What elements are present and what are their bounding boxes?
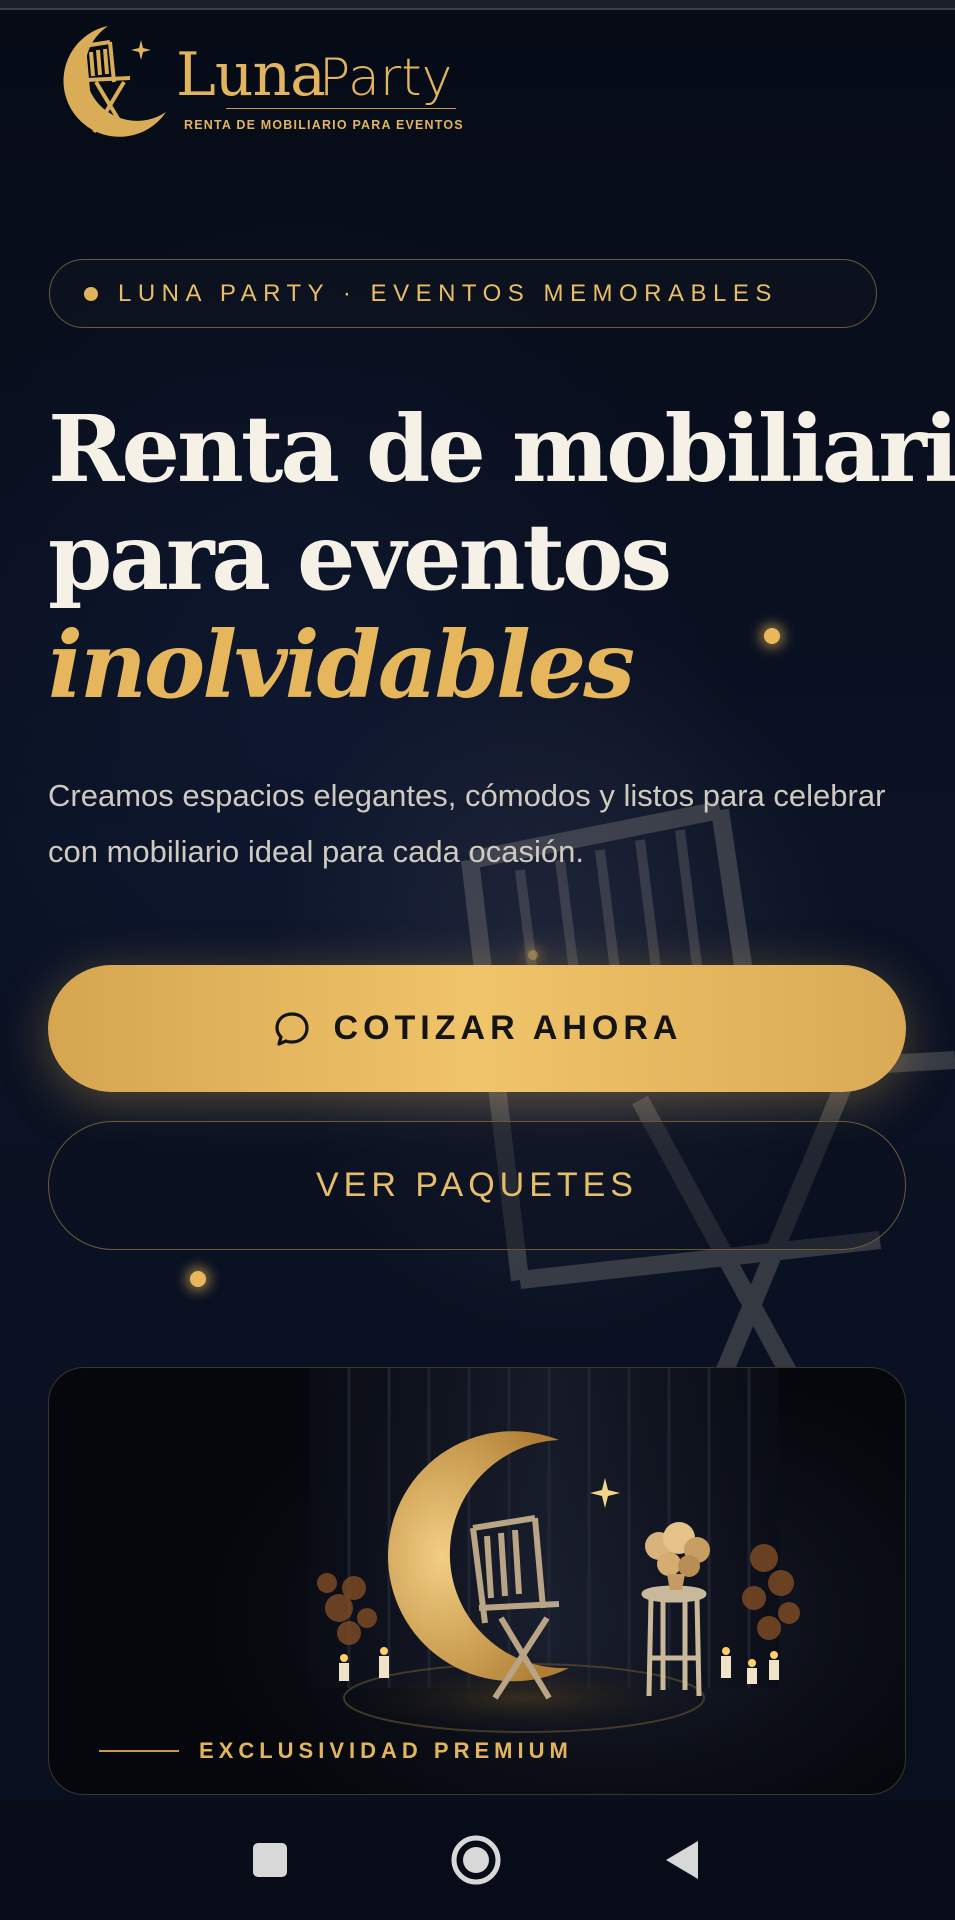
- home-button[interactable]: [446, 1830, 506, 1890]
- card-caption-text: EXCLUSIVIDAD PREMIUM: [199, 1738, 573, 1763]
- view-packages-button[interactable]: VER PAQUETES: [48, 1121, 906, 1250]
- brand-name-luna: Luna: [176, 40, 326, 110]
- view-packages-label: VER PAQUETES: [316, 1166, 638, 1204]
- back-button[interactable]: [652, 1830, 712, 1890]
- sparkle-dot: [190, 1271, 206, 1287]
- card-caption: EXCLUSIVIDAD PREMIUM: [99, 1738, 573, 1764]
- sparkle-dot: [528, 950, 538, 960]
- status-bar: [0, 0, 955, 10]
- quote-now-button[interactable]: COTIZAR AHORA: [48, 965, 906, 1092]
- premium-showcase-card[interactable]: EXCLUSIVIDAD PREMIUM: [48, 1367, 906, 1795]
- hero-headline: Renta de mobiliario para eventos inolvid…: [48, 395, 955, 719]
- headline-line-2: para eventos: [48, 503, 672, 611]
- system-navigation-bar: [0, 1800, 955, 1920]
- recents-button[interactable]: [240, 1830, 300, 1890]
- headline-accent: inolvidables: [48, 611, 635, 719]
- recents-icon: [253, 1843, 287, 1877]
- brand-tagline: RENTA DE MOBILIARIO PARA EVENTOS: [184, 118, 464, 132]
- hero-description: Creamos espacios elegantes, cómodos y li…: [48, 778, 886, 869]
- bullet-dot-icon: [84, 286, 98, 301]
- logo-divider: [226, 108, 456, 109]
- headline-line-1: Renta de mobiliario: [48, 395, 955, 503]
- moon-chair-logo-icon: [63, 26, 166, 137]
- hero-eyebrow-badge: LUNA PARTY · EVENTOS MEMORABLES: [49, 259, 877, 328]
- back-icon: [666, 1841, 698, 1879]
- home-icon: [451, 1835, 501, 1885]
- caption-rule: [99, 1750, 179, 1752]
- quote-now-label: COTIZAR AHORA: [333, 1009, 683, 1047]
- hero-eyebrow-text: LUNA PARTY · EVENTOS MEMORABLES: [118, 279, 778, 307]
- event-setup-image: [309, 1368, 800, 1738]
- brand-logo[interactable]: Luna Party RENTA DE MOBILIARIO PARA EVEN…: [46, 22, 486, 142]
- chat-bubble-icon: [274, 1011, 309, 1046]
- screen: Luna Party RENTA DE MOBILIARIO PARA EVEN…: [0, 0, 955, 1920]
- brand-name-party: Party: [319, 48, 453, 108]
